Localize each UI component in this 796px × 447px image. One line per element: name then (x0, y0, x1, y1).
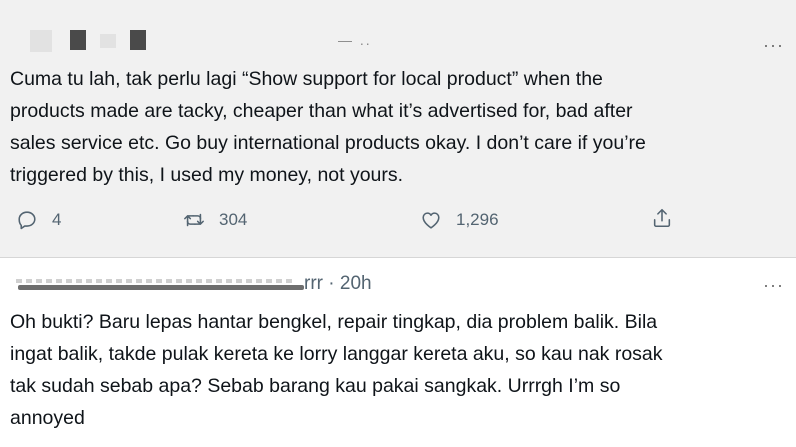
redacted-author-name (14, 276, 304, 292)
tweet-timestamp[interactable]: 20h (340, 273, 372, 294)
redacted-handle-block (130, 30, 146, 50)
tweet-card-2[interactable]: rrr · 20h ··· Oh bukti? Baru lepas hanta… (0, 259, 796, 447)
tweet-text-line: ingat balik, takde pulak kereta ke lorry… (10, 343, 663, 365)
reply-icon (18, 211, 36, 230)
share-icon (653, 208, 671, 228)
redacted-name-block (70, 30, 86, 50)
retweet-button[interactable]: 304 (183, 209, 247, 231)
tweet-text: Cuma tu lah, tak perlu lagi “Show suppor… (10, 63, 646, 191)
header-separator: · (328, 273, 335, 294)
more-options-icon[interactable]: ··· (763, 36, 784, 54)
header-fragment: — .. (338, 32, 372, 48)
redacted-handle-strip (100, 34, 116, 48)
tweet-text-line: annoyed (10, 407, 85, 429)
more-options-icon[interactable]: ··· (763, 276, 784, 294)
author-handle-tail[interactable]: rrr (304, 273, 323, 294)
redacted-avatar (30, 30, 52, 52)
tweet-text-line: triggered by this, I used my money, not … (10, 164, 404, 186)
tweet-text-line: Cuma tu lah, tak perlu lagi “Show suppor… (10, 68, 603, 90)
tweet-text-line: tak sudah sebab apa? Sebab barang kau pa… (10, 375, 621, 397)
like-count: 1,296 (456, 210, 499, 229)
reply-button[interactable]: 4 (16, 209, 61, 231)
tweet-text-line: products made are tacky, cheaper than wh… (10, 100, 633, 122)
retweet-count: 304 (219, 210, 248, 229)
like-button[interactable]: 1,296 (420, 209, 499, 231)
tweet-text: Oh bukti? Baru lepas hantar bengkel, rep… (10, 306, 663, 434)
heart-icon (422, 212, 440, 229)
tweet-text-line: Oh bukti? Baru lepas hantar bengkel, rep… (10, 311, 658, 333)
retweet-icon (184, 213, 204, 227)
tweet-header: rrr · 20h (14, 273, 372, 295)
tweet-text-line: sales service etc. Go buy international … (10, 132, 646, 154)
action-bar: 4 304 1,296 (0, 205, 796, 239)
share-button[interactable] (651, 207, 673, 229)
tweet-card-1[interactable]: — .. ··· Cuma tu lah, tak perlu lagi “Sh… (0, 0, 796, 258)
reply-count: 4 (52, 210, 62, 229)
